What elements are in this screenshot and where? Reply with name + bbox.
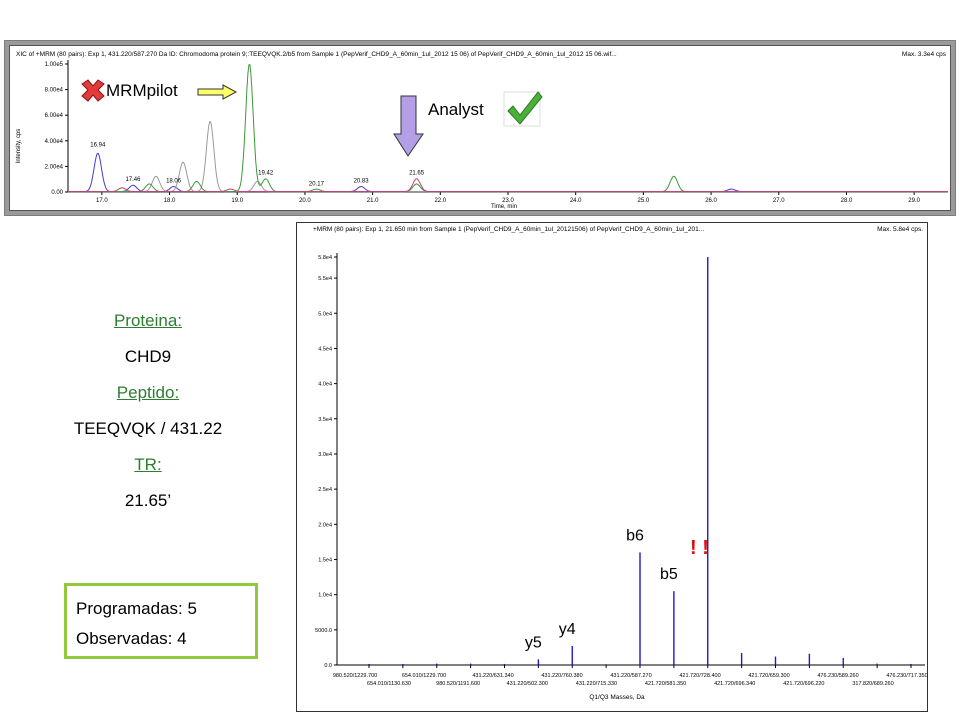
spectrum-category-label: 421.720/696.340 xyxy=(714,681,755,687)
spectrum-bars xyxy=(368,257,912,665)
spectrum-y-tick-label: 4.5e4 xyxy=(318,346,332,352)
xic-x-tick-label: 24.0 xyxy=(570,198,582,204)
xic-y-tick-label: 6.00e4 xyxy=(45,113,64,119)
spectrum-categories: 980.520/1229.700 654.010/1229.700 431.220/… xyxy=(333,673,927,687)
spectrum-category-label: 421.720/696.220 xyxy=(783,681,824,687)
xic-xlabel: Time, min xyxy=(491,204,517,210)
spectrum-axes: 0.0 5000.0 1.0e4 1.5e4 2.0e4 2.5e4 3.0e4 3.5e4 4… xyxy=(315,253,925,669)
protein-value: CHD9 xyxy=(124,347,172,366)
spectrum-y-tick-label: 1.0e4 xyxy=(318,593,332,599)
xic-max: Max. 3.3e4 cps xyxy=(902,51,947,58)
spectrum-category-label: 431.220/715.330 xyxy=(576,681,617,687)
xic-y-tick-label: 8.00e4 xyxy=(45,88,64,94)
xic-peak-label: 20.83 xyxy=(354,178,370,184)
xic-trace-0 xyxy=(68,152,948,193)
xic-peak-label: 20.17 xyxy=(309,182,325,188)
spectrum-category-label: 654.010/1130.630 xyxy=(367,681,411,687)
xic-header: XIC of +MRM (80 pairs): Exp 1, 431.220/5… xyxy=(16,51,617,58)
xic-x-tick-label: 18.0 xyxy=(164,198,176,204)
xic-y-tick-label: 4.00e4 xyxy=(45,139,64,145)
peptide-value: TEEQVQK / 431.22 xyxy=(73,419,223,438)
spectrum-category-label: 980.520/1229.700 xyxy=(333,673,377,679)
programmed-count: Programadas: 5 xyxy=(76,599,197,618)
spectrum-category-label: 421.720/728.400 xyxy=(679,673,720,679)
spectrum-y-tick-label: 5.8e4 xyxy=(318,255,332,261)
protein-label: Proteina: xyxy=(113,311,183,330)
analyst-label: Analyst xyxy=(428,100,484,119)
spectrum-y-tick-label: 5.0e4 xyxy=(318,311,332,317)
spectrum-y-tick-label: 2.5e4 xyxy=(318,487,332,493)
spectrum-ion-labels: y5 y4 b6 b5 xyxy=(525,527,678,651)
xic-ylabel: Intensity, cps xyxy=(16,129,22,164)
spectrum-category-label: 317.820/689.260 xyxy=(852,681,893,687)
xic-x-tick-label: 23.0 xyxy=(502,198,514,204)
spectrum-category-label: 980.520/1191.600 xyxy=(436,681,480,687)
ion-label-b5: b5 xyxy=(660,566,678,583)
spectrum-y-tick-label: 5.5e4 xyxy=(318,276,332,282)
ion-label-y4: y4 xyxy=(559,621,576,638)
xic-y-tick-label: 2.00e4 xyxy=(45,164,64,170)
xic-x-tick-label: 20.0 xyxy=(299,198,311,204)
xic-trace-1 xyxy=(68,120,948,193)
transition-count-box: Programadas: 5 Observadas: 4 xyxy=(64,583,258,659)
spectrum-category-label: 421.720/581.350 xyxy=(645,681,686,687)
xic-x-tick-label: 22.0 xyxy=(434,198,446,204)
spectrum-y-tick-label: 3.0e4 xyxy=(318,452,332,458)
spectrum-category-label: 476.230/589.260 xyxy=(817,673,858,679)
spectrum-y-tick-label: 4.0e4 xyxy=(318,382,332,388)
spectrum-max: Max. 5.8e4 cps. xyxy=(877,226,923,233)
exclamation-mark: ! ! xyxy=(690,537,709,559)
tr-label: TR: xyxy=(134,455,162,474)
xic-peak-label: 17.46 xyxy=(125,177,141,183)
spectrum-y-tick-label: 1.5e4 xyxy=(318,557,332,563)
xic-peak-label: 19.42 xyxy=(258,171,274,177)
spectrum-category-label: 431.220/502.300 xyxy=(507,681,548,687)
spectrum-xlabel: Q1/Q3 Masses, Da xyxy=(589,694,645,701)
spectrum-chart: +MRM (80 pairs): Exp 1, 21.650 min from … xyxy=(313,226,927,701)
spectrum-category-label: 431.220/631.340 xyxy=(472,673,513,679)
xic-window: XIC of +MRM (80 pairs): Exp 1, 431.220/5… xyxy=(4,40,956,216)
spectrum-title: +MRM (80 pairs): Exp 1, 21.650 min from … xyxy=(313,226,704,233)
xic-x-tick-label: 21.0 xyxy=(367,198,379,204)
spectrum-category-label: 654.010/1229.700 xyxy=(402,673,446,679)
xic-x-tick-label: 17.0 xyxy=(96,198,108,204)
spectrum-y-tick-label: 0.0 xyxy=(324,663,332,669)
xic-panel: XIC of +MRM (80 pairs): Exp 1, 431.220/5… xyxy=(9,45,951,211)
spectrum-category-label: 476.230/717.350 xyxy=(886,673,927,679)
spectrum-y-tick-label: 2.0e4 xyxy=(318,522,332,528)
xic-y-tick-label: 1.00e5 xyxy=(45,62,64,68)
spectrum-category-label: 431.220/760.380 xyxy=(541,673,582,679)
tr-value: 21.65’ xyxy=(124,491,172,510)
xic-peak-label: 21.65 xyxy=(409,171,425,177)
peptide-label: Peptido: xyxy=(116,383,180,402)
spectrum-category-label: 431.220/587.270 xyxy=(610,673,651,679)
xic-x-tick-label: 29.0 xyxy=(908,198,920,204)
xic-y-tick-label: 0.00 xyxy=(51,190,63,196)
observed-count: Observadas: 4 xyxy=(76,629,187,648)
xic-peak-label: 18.06 xyxy=(166,178,182,184)
xic-x-tick-label: 19.0 xyxy=(231,198,243,204)
xic-trace-2 xyxy=(68,63,948,193)
xic-chart: XIC of +MRM (80 pairs): Exp 1, 431.220/5… xyxy=(16,51,948,210)
spectrum-y-tick-label: 3.5e4 xyxy=(318,417,332,423)
xic-x-tick-label: 26.0 xyxy=(705,198,717,204)
spectrum-category-label: 421.720/659.300 xyxy=(748,673,789,679)
spectrum-y-tick-label: 5000.0 xyxy=(315,628,332,634)
xic-x-tick-label: 25.0 xyxy=(638,198,650,204)
peptide-info: Proteina: CHD9 Peptido: TEEQVQK / 431.22… xyxy=(28,310,268,526)
xic-peak-label: 16.94 xyxy=(90,142,106,148)
xic-traces xyxy=(68,63,948,193)
ion-label-y5: y5 xyxy=(525,634,542,651)
ion-label-b6: b6 xyxy=(626,527,644,544)
mrmpilot-label: MRMpilot xyxy=(106,81,178,100)
xic-x-tick-label: 28.0 xyxy=(841,198,853,204)
xic-x-tick-label: 27.0 xyxy=(773,198,785,204)
spectrum-frame: +MRM (80 pairs): Exp 1, 21.650 min from … xyxy=(296,222,928,712)
